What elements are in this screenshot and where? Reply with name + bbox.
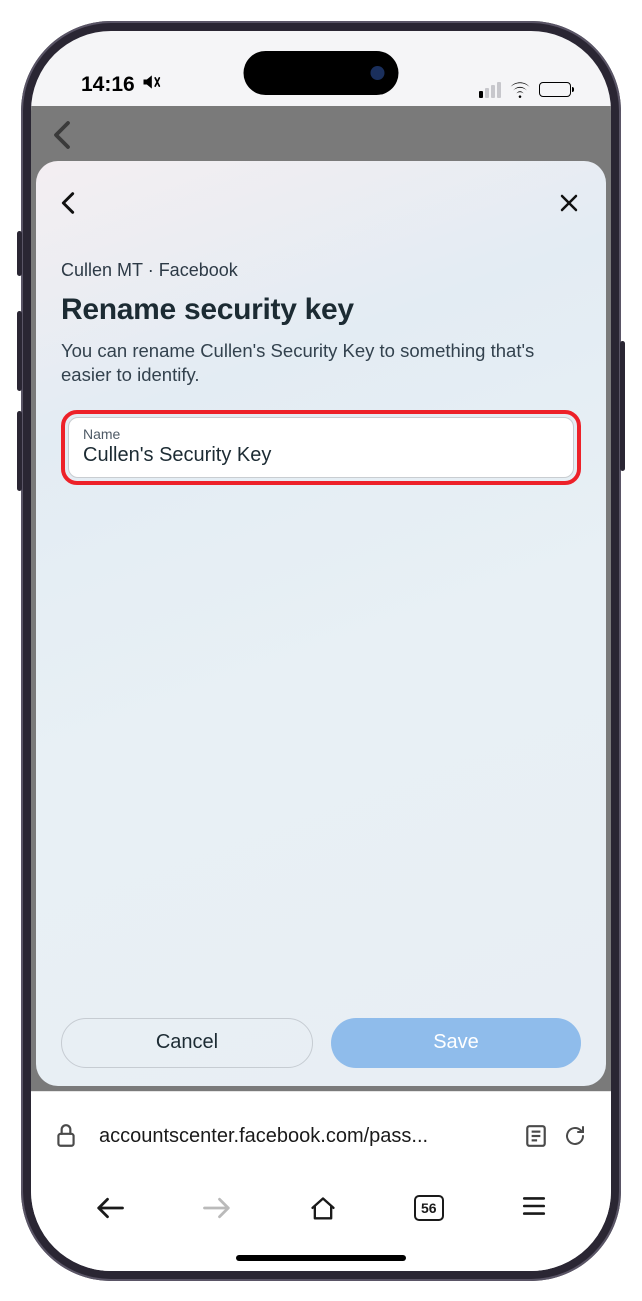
- status-right: [479, 82, 571, 98]
- clock: 14:16: [81, 73, 135, 97]
- front-camera: [371, 66, 385, 80]
- phone-frame: 14:16: [21, 21, 621, 1281]
- name-input[interactable]: [83, 444, 559, 467]
- modal-topbar: [61, 186, 581, 220]
- page-backdrop: Cullen MT · Facebook Rename security key…: [31, 106, 611, 1091]
- action-buttons: Cancel Save: [61, 1018, 581, 1068]
- nav-forward-button[interactable]: [202, 1195, 232, 1221]
- lock-icon: [55, 1123, 77, 1149]
- backdrop-back-icon: [53, 120, 71, 155]
- status-left: 14:16: [81, 72, 161, 98]
- nav-tabs-button[interactable]: 56: [414, 1195, 444, 1221]
- save-button[interactable]: Save: [331, 1018, 581, 1068]
- silence-switch: [17, 231, 22, 276]
- nav-home-button[interactable]: [309, 1195, 337, 1223]
- phone-screen: 14:16: [31, 31, 611, 1271]
- back-button[interactable]: [61, 191, 75, 215]
- volume-up-button: [17, 311, 22, 391]
- tab-count: 56: [414, 1195, 444, 1221]
- volume-down-button: [17, 411, 22, 491]
- home-indicator[interactable]: [236, 1255, 406, 1261]
- browser-address-bar: accountscenter.facebook.com/pass...: [31, 1091, 611, 1181]
- page-title: Rename security key: [61, 293, 581, 327]
- cancel-button[interactable]: Cancel: [61, 1018, 313, 1068]
- silent-icon: [141, 72, 161, 98]
- reader-icon[interactable]: [525, 1124, 547, 1148]
- rename-modal: Cullen MT · Facebook Rename security key…: [36, 161, 606, 1086]
- wifi-icon: [509, 82, 531, 98]
- nav-menu-button[interactable]: [521, 1195, 547, 1217]
- nav-back-button[interactable]: [95, 1195, 125, 1221]
- reload-icon[interactable]: [563, 1124, 587, 1148]
- name-field-highlight: Name: [61, 410, 581, 485]
- page-description: You can rename Cullen's Security Key to …: [61, 339, 581, 389]
- name-field[interactable]: Name: [68, 417, 574, 478]
- name-field-label: Name: [83, 426, 559, 442]
- power-button: [620, 341, 625, 471]
- close-button[interactable]: [557, 191, 581, 215]
- dynamic-island: [244, 51, 399, 95]
- url-text[interactable]: accountscenter.facebook.com/pass...: [93, 1125, 509, 1148]
- breadcrumb: Cullen MT · Facebook: [61, 260, 581, 281]
- cellular-signal-icon: [479, 82, 501, 98]
- battery-icon: [539, 82, 571, 97]
